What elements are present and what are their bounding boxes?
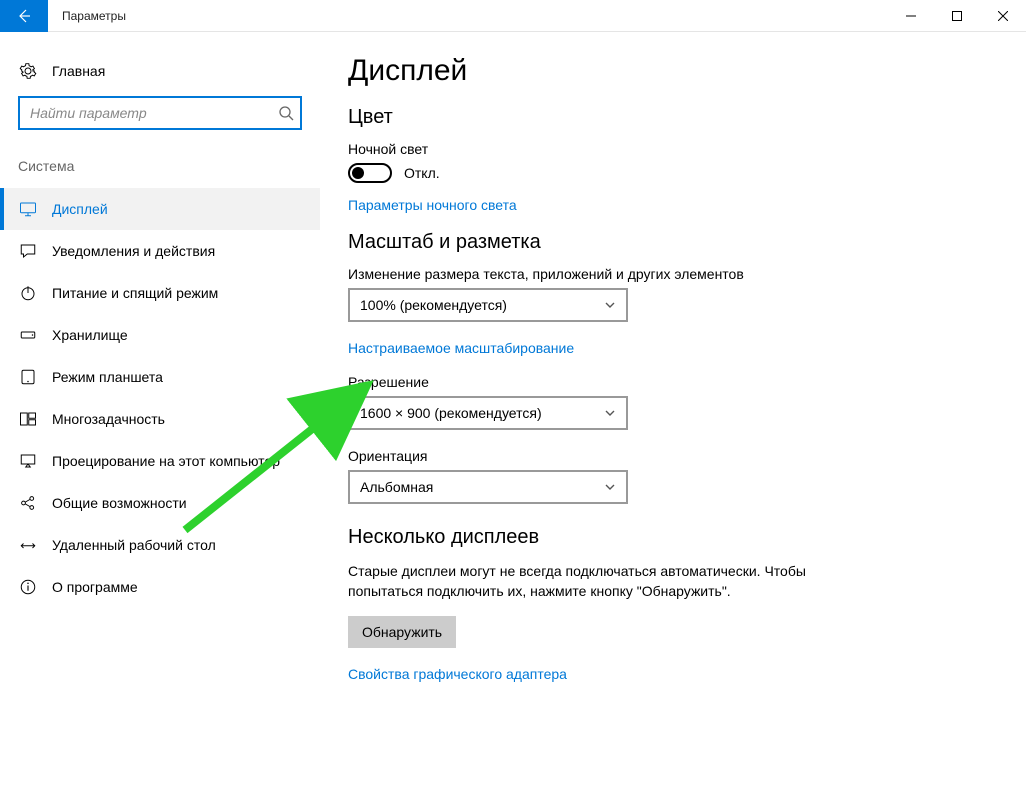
multi-heading: Несколько дисплеев xyxy=(348,526,998,549)
sidebar-item-label: Многозадачность xyxy=(52,411,165,427)
scale-heading: Масштаб и разметка xyxy=(348,231,998,254)
chevron-down-icon xyxy=(604,299,616,311)
toggle-state-label: Откл. xyxy=(404,165,440,181)
project-icon xyxy=(18,452,38,470)
arrow-left-icon xyxy=(16,8,32,24)
night-light-label: Ночной свет xyxy=(348,141,998,157)
main-panel: Дисплей Цвет Ночной свет Откл. Параметры… xyxy=(320,32,1026,801)
adapter-properties-link[interactable]: Свойства графического адаптера xyxy=(348,666,567,682)
scale-select[interactable]: 100% (рекомендуется) xyxy=(348,288,628,322)
sidebar-item-label: Питание и спящий режим xyxy=(52,285,218,301)
home-label: Главная xyxy=(52,63,105,79)
select-value: Альбомная xyxy=(360,479,433,495)
sidebar-item-notifications[interactable]: Уведомления и действия xyxy=(0,230,320,272)
sidebar-item-label: Хранилище xyxy=(52,327,128,343)
sidebar-item-shared[interactable]: Общие возможности xyxy=(0,482,320,524)
back-button[interactable] xyxy=(0,0,48,32)
sidebar-item-label: Режим планшета xyxy=(52,369,163,385)
search-input[interactable] xyxy=(18,96,302,130)
sidebar-item-power[interactable]: Питание и спящий режим xyxy=(0,272,320,314)
page-title: Дисплей xyxy=(348,54,998,88)
night-light-settings-link[interactable]: Параметры ночного света xyxy=(348,197,517,213)
orientation-label: Ориентация xyxy=(348,448,998,464)
sidebar-item-label: Дисплей xyxy=(52,201,108,217)
custom-scaling-link[interactable]: Настраиваемое масштабирование xyxy=(348,340,574,356)
color-heading: Цвет xyxy=(348,106,998,129)
sidebar-item-display[interactable]: Дисплей xyxy=(0,188,320,230)
sidebar-item-remote[interactable]: Удаленный рабочий стол xyxy=(0,524,320,566)
chevron-down-icon xyxy=(604,407,616,419)
sidebar-item-label: Общие возможности xyxy=(52,495,187,511)
night-light-toggle[interactable] xyxy=(348,163,392,183)
resolution-select[interactable]: 1600 × 900 (рекомендуется) xyxy=(348,396,628,430)
maximize-button[interactable] xyxy=(934,0,980,32)
select-value: 100% (рекомендуется) xyxy=(360,297,507,313)
select-value: 1600 × 900 (рекомендуется) xyxy=(360,405,542,421)
monitor-icon xyxy=(18,200,38,218)
window-controls xyxy=(888,0,1026,32)
sidebar-item-projecting[interactable]: Проецирование на этот компьютер xyxy=(0,440,320,482)
multi-body: Старые дисплеи могут не всегда подключат… xyxy=(348,561,868,602)
sidebar-item-storage[interactable]: Хранилище xyxy=(0,314,320,356)
section-heading: Система xyxy=(0,152,320,188)
info-icon xyxy=(18,578,38,596)
minimize-button[interactable] xyxy=(888,0,934,32)
sidebar-item-label: О программе xyxy=(52,579,138,595)
scale-label: Изменение размера текста, приложений и д… xyxy=(348,266,998,282)
sidebar-item-label: Уведомления и действия xyxy=(52,243,215,259)
share-icon xyxy=(18,494,38,512)
sidebar: Главная Система Дисплей Уведомления и де… xyxy=(0,32,320,801)
sidebar-item-about[interactable]: О программе xyxy=(0,566,320,608)
sidebar-item-label: Проецирование на этот компьютер xyxy=(52,453,280,469)
remote-icon xyxy=(18,536,38,554)
home-button[interactable]: Главная xyxy=(0,56,320,96)
detect-button[interactable]: Обнаружить xyxy=(348,616,456,648)
comment-icon xyxy=(18,242,38,260)
close-button[interactable] xyxy=(980,0,1026,32)
window-title: Параметры xyxy=(48,9,126,23)
gear-icon xyxy=(18,62,38,80)
close-icon xyxy=(998,11,1008,21)
sidebar-item-label: Удаленный рабочий стол xyxy=(52,537,216,553)
search-wrap xyxy=(18,96,302,130)
sidebar-item-multitasking[interactable]: Многозадачность xyxy=(0,398,320,440)
power-icon xyxy=(18,284,38,302)
tablet-icon xyxy=(18,368,38,386)
multitask-icon xyxy=(18,410,38,428)
night-light-toggle-row: Откл. xyxy=(348,163,998,183)
minimize-icon xyxy=(906,11,916,21)
chevron-down-icon xyxy=(604,481,616,493)
titlebar: Параметры xyxy=(0,0,1026,32)
storage-icon xyxy=(18,326,38,344)
sidebar-item-tablet[interactable]: Режим планшета xyxy=(0,356,320,398)
resolution-label: Разрешение xyxy=(348,374,998,390)
maximize-icon xyxy=(952,11,962,21)
orientation-select[interactable]: Альбомная xyxy=(348,470,628,504)
search-icon xyxy=(278,96,294,130)
